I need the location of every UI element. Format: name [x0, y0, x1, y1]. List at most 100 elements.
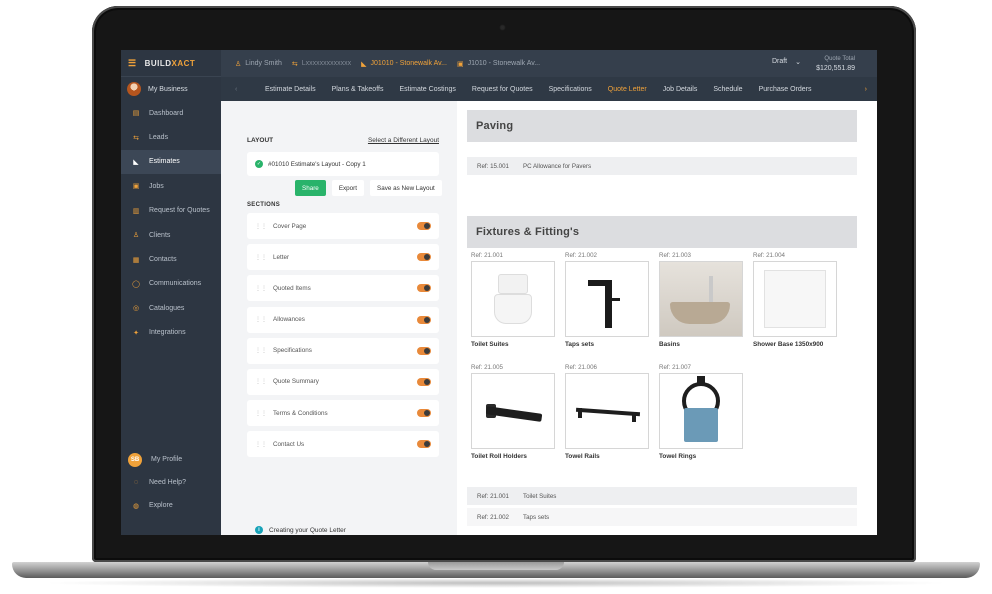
- section-toggle[interactable]: [417, 440, 431, 449]
- paving-header: Paving: [467, 110, 857, 142]
- current-layout[interactable]: ✓ #01010 Estimate's Layout - Copy 1: [247, 152, 439, 176]
- share-button[interactable]: Share: [295, 180, 326, 196]
- hamburger-menu-icon[interactable]: ☰: [128, 58, 137, 69]
- section-toggle[interactable]: [417, 346, 431, 355]
- product-ref: Ref: 21.004: [753, 252, 785, 259]
- sidebar-item-label: Contacts: [149, 256, 177, 264]
- product-image-toilet: [471, 261, 555, 337]
- summary-row: Ref: 21.002 Taps sets: [467, 508, 857, 526]
- leads-icon: ⇆: [133, 134, 139, 142]
- drag-handle-icon[interactable]: ⋮⋮: [255, 378, 267, 385]
- drag-handle-icon[interactable]: ⋮⋮: [255, 316, 267, 323]
- drag-handle-icon[interactable]: ⋮⋮: [255, 441, 267, 448]
- brand-logo[interactable]: BUILDXACT: [145, 59, 196, 68]
- product-name: Towel Rails: [565, 453, 600, 460]
- section-row-quoted-items[interactable]: ⋮⋮ Quoted Items: [247, 275, 439, 302]
- section-row-quote-summary[interactable]: ⋮⋮ Quote Summary: [247, 368, 439, 395]
- info-text: Creating your Quote Letter: [269, 526, 346, 534]
- clients-icon: ♙: [132, 232, 140, 240]
- quote-preview: Paving Ref: 15.001 PC Allowance for Pave…: [457, 101, 877, 535]
- job-crumb-highlight[interactable]: ◣ J01010 - Stonewalk Av...: [361, 60, 447, 68]
- section-toggle[interactable]: [417, 315, 431, 324]
- status-value: Draft: [771, 58, 788, 65]
- layout-header: LAYOUT Select a Different Layout: [247, 137, 439, 144]
- user-crumb[interactable]: ♙ Lindy Smith: [235, 60, 282, 68]
- sidebar-item-integrations[interactable]: ✦ Integrations: [121, 321, 221, 345]
- sidebar-item-contacts[interactable]: ▦ Contacts: [121, 247, 221, 271]
- sidebar-item-label: Request for Quotes: [149, 207, 210, 215]
- tab-specifications[interactable]: Specifications: [541, 86, 600, 93]
- export-button[interactable]: Export: [331, 180, 365, 196]
- drag-handle-icon[interactable]: ⋮⋮: [255, 254, 267, 261]
- tab-purchase-orders[interactable]: Purchase Orders: [751, 86, 820, 93]
- sections-heading: SECTIONS: [247, 202, 281, 208]
- drag-handle-icon[interactable]: ⋮⋮: [255, 410, 267, 417]
- select-layout-link[interactable]: Select a Different Layout: [368, 137, 439, 144]
- section-toggle[interactable]: [417, 409, 431, 418]
- integrations-icon: ✦: [133, 329, 139, 337]
- my-profile-link[interactable]: SB My Profile: [121, 448, 221, 471]
- job-highlight-name: J01010 - Stonewalk Av...: [370, 60, 447, 67]
- section-toggle[interactable]: [417, 253, 431, 262]
- sidebar-item-rfq[interactable]: ▥ Request for Quotes: [121, 199, 221, 223]
- help-chat-icon: ◌: [133, 479, 139, 486]
- explore-label: Explore: [149, 502, 173, 509]
- product-ref: Ref: 21.002: [565, 252, 597, 259]
- contact-icon: ⇆: [291, 60, 298, 68]
- product-card: Ref: 21.007 Towel Rings: [659, 364, 743, 460]
- contact-crumb[interactable]: ⇆ Lxxxxxxxxxxxxx: [292, 60, 351, 68]
- tab-estimate-details[interactable]: Estimate Details: [257, 86, 324, 93]
- tab-estimate-costings[interactable]: Estimate Costings: [391, 86, 463, 93]
- section-row-letter[interactable]: ⋮⋮ Letter: [247, 244, 439, 271]
- sidebar-item-clients[interactable]: ♙ Clients: [121, 223, 221, 247]
- sidebar-item-jobs[interactable]: ▣ Jobs: [121, 174, 221, 198]
- check-circle-icon: ✓: [255, 160, 263, 168]
- section-label: Specifications: [273, 347, 312, 355]
- logo-row: ☰ BUILDXACT: [121, 50, 221, 77]
- product-card: Ref: 21.005 Toilet Roll Holders: [471, 364, 555, 460]
- tab-schedule[interactable]: Schedule: [705, 86, 750, 93]
- section-row-contact-us[interactable]: ⋮⋮ Contact Us: [247, 431, 439, 458]
- sidebar-item-leads[interactable]: ⇆ Leads: [121, 125, 221, 149]
- sidebar-item-dashboard[interactable]: ▤ Dashboard: [121, 101, 221, 125]
- need-help-link[interactable]: ◌ Need Help?: [121, 471, 221, 494]
- section-row-terms[interactable]: ⋮⋮ Terms & Conditions: [247, 400, 439, 427]
- product-ref: Ref: 21.007: [659, 364, 691, 371]
- section-toggle[interactable]: [417, 377, 431, 386]
- help-label: Need Help?: [149, 479, 186, 486]
- sidebar-item-catalogues[interactable]: ◎ Catalogues: [121, 296, 221, 320]
- sidebar-item-label: Jobs: [149, 182, 164, 190]
- product-card: Ref: 21.001 Toilet Suites: [471, 252, 555, 348]
- save-new-layout-button[interactable]: Save as New Layout: [370, 180, 442, 196]
- chevron-right-icon[interactable]: ›: [865, 86, 867, 93]
- product-card: Ref: 21.002 Taps sets: [565, 252, 649, 348]
- explore-link[interactable]: ◍ Explore: [121, 494, 221, 517]
- section-row-specifications[interactable]: ⋮⋮ Specifications: [247, 337, 439, 364]
- status-dropdown[interactable]: Draft ⌄: [772, 58, 801, 66]
- rfq-icon: ▥: [132, 207, 140, 215]
- tab-quote-letter[interactable]: Quote Letter: [600, 86, 655, 93]
- section-toggle[interactable]: [417, 222, 431, 230]
- sidebar-item-communications[interactable]: ◯ Communications: [121, 272, 221, 296]
- section-row-allowances[interactable]: ⋮⋮ Allowances: [247, 306, 439, 333]
- contacts-icon: ▦: [132, 256, 140, 264]
- section-label: Allowances: [273, 316, 305, 324]
- drag-handle-icon[interactable]: ⋮⋮: [255, 223, 267, 230]
- drag-handle-icon[interactable]: ⋮⋮: [255, 285, 267, 292]
- layout-heading: LAYOUT: [247, 137, 274, 144]
- chevron-left-icon[interactable]: ‹: [235, 86, 257, 93]
- drag-handle-icon[interactable]: ⋮⋮: [255, 347, 267, 354]
- section-row-cover-page[interactable]: ⋮⋮ Cover Page: [247, 213, 439, 239]
- tab-request-for-quotes[interactable]: Request for Quotes: [464, 86, 541, 93]
- user-name: Lindy Smith: [245, 60, 282, 67]
- fixtures-header: Fixtures & Fitting's: [467, 216, 857, 248]
- job-crumb[interactable]: ▣ J1010 - Stonewalk Av...: [457, 60, 540, 68]
- product-image-basin: [659, 261, 743, 337]
- sidebar-item-estimates[interactable]: ◣ Estimates: [121, 149, 221, 175]
- tab-plans-takeoffs[interactable]: Plans & Takeoffs: [324, 86, 392, 93]
- tab-job-details[interactable]: Job Details: [655, 86, 706, 93]
- catalogue-icon: ◎: [132, 305, 140, 313]
- section-toggle[interactable]: [417, 284, 431, 293]
- brand-prefix: BUILD: [144, 58, 172, 68]
- business-switcher[interactable]: My Business: [121, 77, 221, 101]
